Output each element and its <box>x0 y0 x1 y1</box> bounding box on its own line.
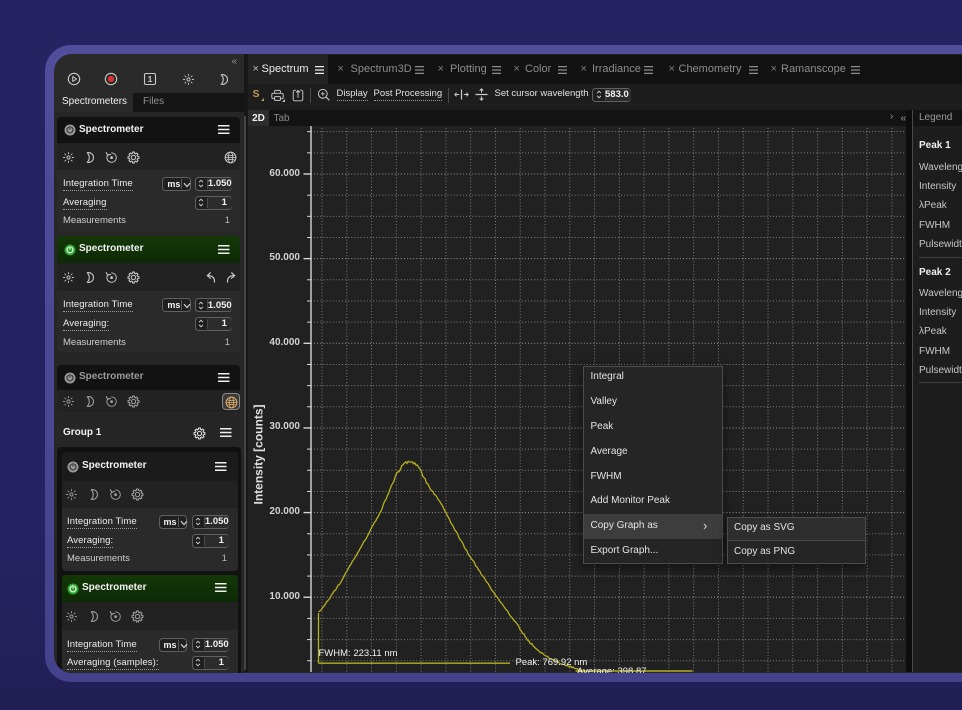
svg-text:1: 1 <box>148 74 153 84</box>
